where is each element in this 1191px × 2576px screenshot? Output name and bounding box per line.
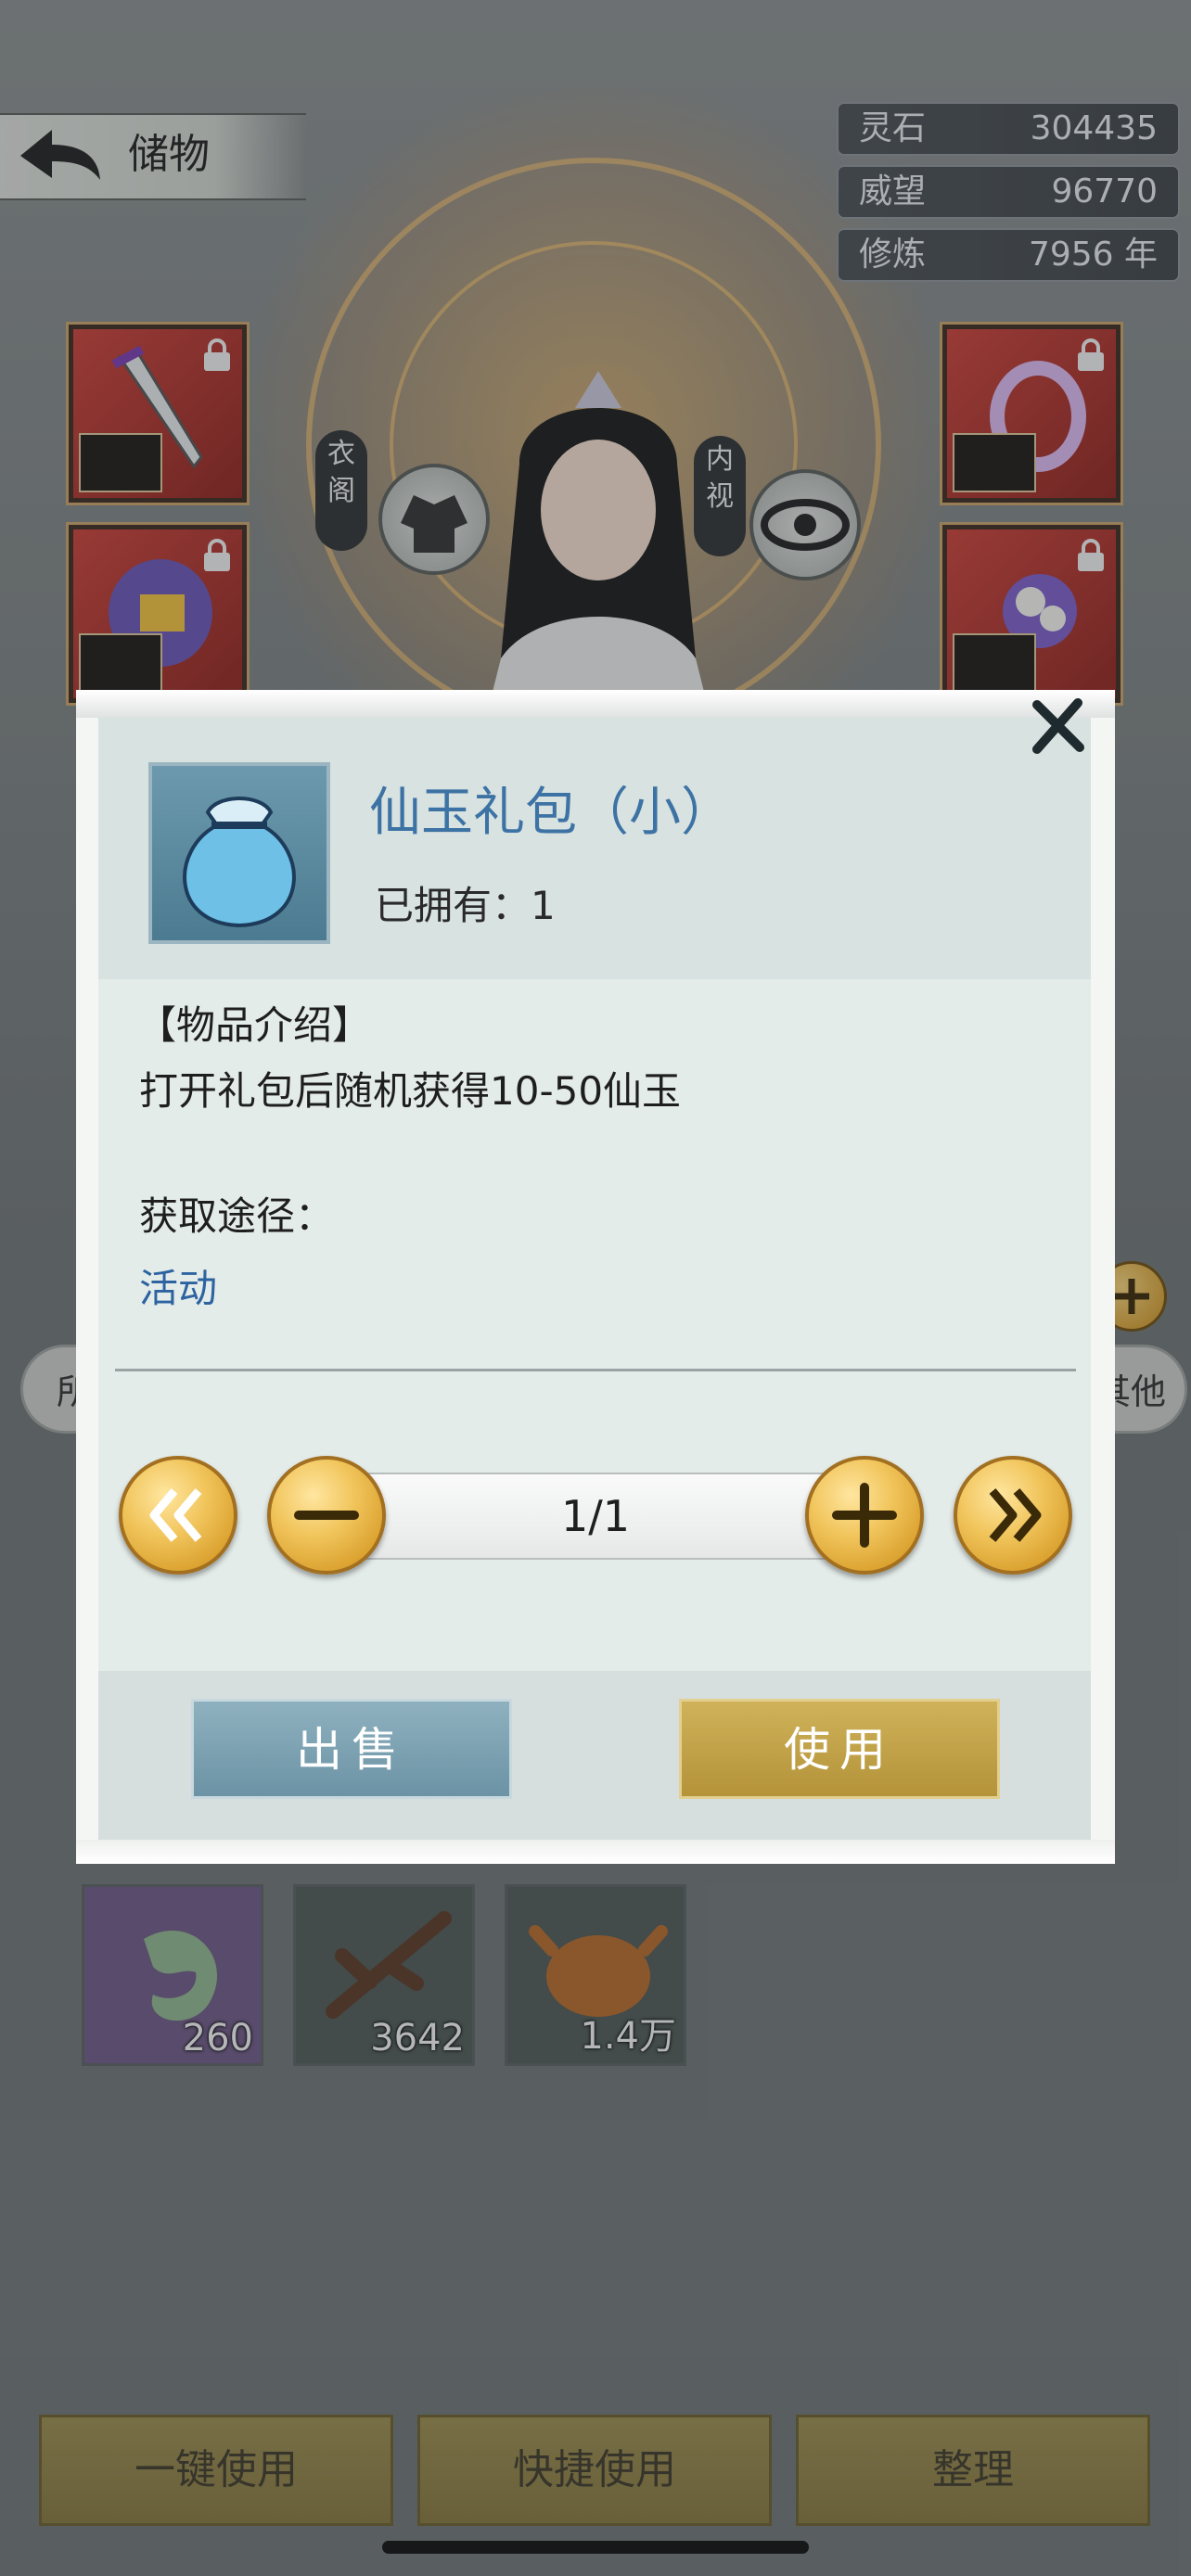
pouch-icon: [183, 797, 296, 928]
close-icon[interactable]: [1028, 697, 1087, 757]
item-name: 仙玉礼包（小）: [369, 783, 733, 843]
item-description: 打开礼包后随机获得10-50仙玉: [139, 1068, 682, 1114]
quantity-max-button[interactable]: [954, 1456, 1072, 1575]
double-chevron-left-icon: [149, 1488, 202, 1542]
quantity-display: 1/1: [560, 1491, 631, 1541]
acquire-link-activity[interactable]: 活动: [139, 1263, 217, 1315]
sell-button[interactable]: 出售: [191, 1699, 512, 1799]
owned-count: 已拥有：1: [375, 883, 556, 928]
quantity-min-button[interactable]: [119, 1456, 237, 1575]
double-chevron-right-icon: [989, 1488, 1042, 1542]
quantity-decrease-button[interactable]: [267, 1456, 386, 1575]
scroll-rod-bottom: [76, 1840, 1115, 1864]
item-icon-frame: [148, 762, 330, 944]
description-heading: 【物品介绍】: [137, 1002, 372, 1048]
acquire-heading: 获取途径：: [139, 1193, 335, 1239]
minus-icon: [294, 1511, 359, 1520]
divider: [115, 1369, 1076, 1371]
plus-icon: [832, 1483, 897, 1548]
quantity-increase-button[interactable]: [805, 1456, 924, 1575]
use-button[interactable]: 使用: [679, 1699, 1000, 1799]
scroll-rod-top: [76, 690, 1115, 718]
